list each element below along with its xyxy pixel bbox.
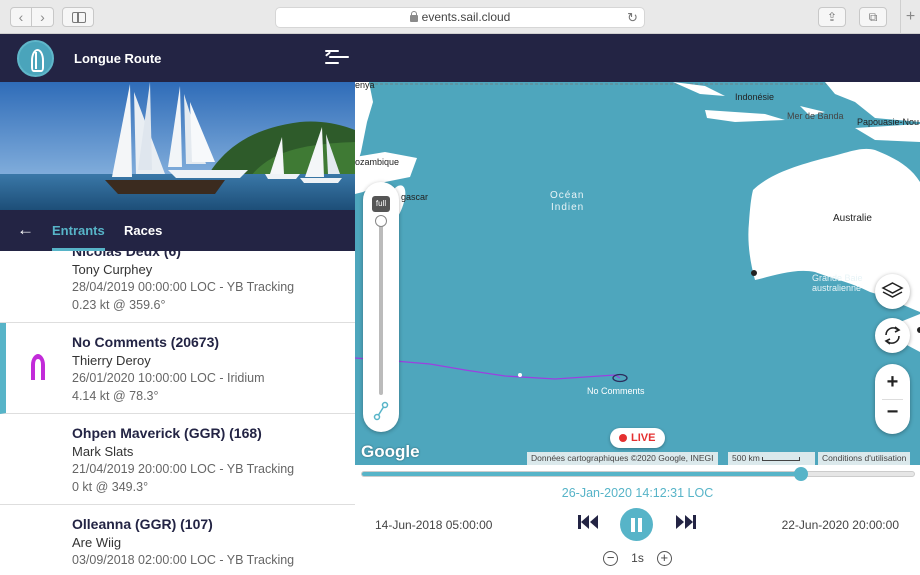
entry-time: 26/01/2020 10:00:00 LOC - Iridium <box>72 371 265 385</box>
map-attribution: Données cartographiques ©2020 Google, IN… <box>527 452 718 465</box>
slower-icon[interactable]: − <box>603 551 619 567</box>
map-scale-text: 500 km <box>732 453 760 463</box>
entry-skipper: Tony Curphey <box>72 262 153 277</box>
entry-speed: 0 kt @ 349.3° <box>72 480 149 494</box>
map-label: gascar <box>401 192 429 202</box>
race-map[interactable]: enya ozambique gascar Indonésie Mer de B… <box>355 82 920 465</box>
list-item[interactable]: Nicolas Deux (6) Tony Curphey 28/04/2019… <box>0 251 355 323</box>
route-icon[interactable] <box>373 401 389 426</box>
entry-skipper: Mark Slats <box>72 444 134 459</box>
timeline-slider[interactable] <box>361 467 915 481</box>
url-text: events.sail.cloud <box>421 10 511 24</box>
new-tab-icon[interactable]: + <box>900 0 920 34</box>
reload-icon[interactable]: ↻ <box>627 8 638 27</box>
ocean-label: Océan <box>550 190 585 201</box>
entry-time: 28/04/2019 00:00:00 LOC - YB Tracking <box>72 280 295 294</box>
ocean-label: Indien <box>551 202 585 213</box>
page-title: Longue Route <box>74 51 162 66</box>
skip-forward-icon[interactable] <box>675 513 697 536</box>
entry-skipper: Are Wiig <box>72 535 122 550</box>
terms-link[interactable]: Conditions d'utilisation <box>818 452 911 465</box>
browser-toolbar: ‹ › events.sail.cloud ↻ ⇪ ⧉ + <box>0 0 920 34</box>
map-label: ozambique <box>355 157 400 167</box>
forward-icon[interactable]: › <box>32 7 54 27</box>
lock-icon <box>409 11 418 22</box>
playback-bar: 26-Jan-2020 14:12:31 LOC 14-Jun-2018 05:… <box>355 465 920 575</box>
start-time: 14-Jun-2018 05:00:00 <box>375 518 493 532</box>
layers-icon[interactable] <box>875 274 910 309</box>
map-label: Mer de Banda <box>787 111 844 121</box>
refresh-icon[interactable] <box>875 318 910 353</box>
map-label: Australie <box>833 213 872 224</box>
panel-tabs: ← Entrants Races <box>0 210 355 251</box>
zoom-control: + − <box>875 364 910 434</box>
live-button[interactable]: LIVE <box>610 428 665 448</box>
google-logo: Google <box>361 442 420 461</box>
zoom-in-icon[interactable]: + <box>875 371 910 394</box>
end-time: 22-Jun-2020 20:00:00 <box>781 518 899 532</box>
timeline-progress <box>362 472 801 476</box>
faster-icon[interactable]: + <box>656 551 672 567</box>
entry-name: Nicolas Deux (6) <box>72 251 181 259</box>
playback-speed: 1s <box>631 551 644 565</box>
map-label: Indonésie <box>735 92 775 102</box>
map-label: Grande Baie australienne <box>812 273 863 293</box>
current-time: 26-Jan-2020 14:12:31 LOC <box>561 486 714 500</box>
speed-control: − 1s + <box>355 551 920 567</box>
entry-speed: 4.14 kt @ 78.3° <box>72 389 159 403</box>
map-label: Papouasie-Nou <box>857 117 920 127</box>
tab-races[interactable]: Races <box>124 223 162 238</box>
left-panel: ← Entrants Races Nicolas Deux (6) Tony C… <box>0 82 355 575</box>
entry-name: Ohpen Maverick (GGR) (168) <box>72 425 262 441</box>
app-header: Longue Route <box>0 34 920 82</box>
entry-speed: 0.23 kt @ 359.6° <box>72 298 166 312</box>
share-icon[interactable]: ⇪ <box>818 7 846 27</box>
entry-name: No Comments (20673) <box>72 334 220 350</box>
app-logo[interactable] <box>17 40 54 77</box>
slider-track[interactable] <box>379 220 383 395</box>
skip-back-icon[interactable] <box>577 513 599 536</box>
pause-button[interactable] <box>620 508 653 541</box>
tabs-overview-icon[interactable]: ⧉ <box>859 7 887 27</box>
list-item-selected[interactable]: No Comments (20673) Thierry Deroy 26/01/… <box>0 323 355 414</box>
boat-icon <box>28 353 48 386</box>
entry-time: 03/09/2018 02:00:00 LOC - YB Tracking <box>72 553 295 567</box>
timeline-handle[interactable] <box>793 467 808 481</box>
collapse-panel-icon[interactable] <box>325 47 349 67</box>
address-bar[interactable]: events.sail.cloud ↻ <box>275 7 645 28</box>
tab-entrants[interactable]: Entrants <box>52 223 105 251</box>
full-track-badge[interactable]: full <box>372 196 390 212</box>
map-scale: 500 km <box>728 452 815 465</box>
sidebar-toggle-icon[interactable] <box>62 7 94 27</box>
list-item[interactable]: Ohpen Maverick (GGR) (168) Mark Slats 21… <box>0 414 355 505</box>
entry-name: Olleanna (GGR) (107) <box>72 516 213 532</box>
back-icon[interactable]: ‹ <box>10 7 32 27</box>
list-item[interactable]: Olleanna (GGR) (107) Are Wiig 03/09/2018… <box>0 505 355 575</box>
entrants-list: Nicolas Deux (6) Tony Curphey 28/04/2019… <box>0 251 355 575</box>
back-arrow-icon[interactable]: ← <box>17 220 34 240</box>
map-label: enya <box>355 82 375 90</box>
zoom-out-icon[interactable]: − <box>875 401 910 424</box>
slider-handle[interactable] <box>375 215 387 227</box>
track-length-slider[interactable]: full <box>363 182 399 432</box>
race-banner-image <box>0 82 355 210</box>
entry-time: 21/04/2019 20:00:00 LOC - YB Tracking <box>72 462 295 476</box>
boat-map-label: No Comments <box>587 386 645 396</box>
entry-skipper: Thierry Deroy <box>72 353 151 368</box>
